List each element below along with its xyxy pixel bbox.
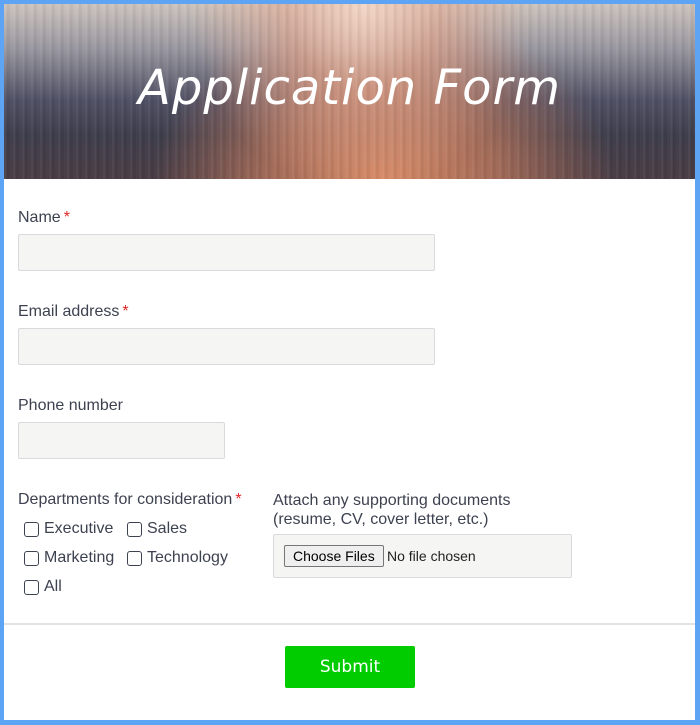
required-marker: *: [122, 303, 129, 320]
page-title: Application Form: [138, 60, 561, 116]
attachments-label-line1: Attach any supporting documents: [273, 492, 511, 509]
checkbox-technology[interactable]: Technology: [127, 549, 228, 567]
technology-checkbox[interactable]: [127, 550, 142, 566]
checkbox-label: Marketing: [44, 549, 115, 566]
checkbox-label: All: [44, 578, 62, 595]
phone-input[interactable]: [18, 422, 225, 459]
required-marker: *: [63, 209, 70, 226]
choose-files-button[interactable]: Choose Files: [284, 545, 384, 567]
name-label: Name *: [18, 209, 70, 227]
checkbox-executive[interactable]: Executive: [24, 520, 113, 538]
email-label-text: Email address: [18, 303, 120, 320]
phone-label: Phone number: [18, 397, 123, 415]
name-input[interactable]: [18, 234, 435, 271]
phone-label-text: Phone number: [18, 397, 123, 414]
attachments-label-line2: (resume, CV, cover letter, etc.): [273, 511, 489, 528]
checkbox-all[interactable]: All: [24, 578, 62, 596]
file-status-text: No file chosen: [387, 548, 476, 564]
checkbox-label: Technology: [147, 549, 228, 566]
marketing-checkbox[interactable]: [24, 550, 39, 566]
sales-checkbox[interactable]: [127, 521, 142, 537]
divider: [4, 623, 695, 625]
file-upload-field[interactable]: Choose Files No file chosen: [273, 534, 572, 578]
email-label: Email address *: [18, 303, 129, 321]
required-marker: *: [235, 491, 242, 508]
executive-checkbox[interactable]: [24, 521, 39, 537]
checkbox-sales[interactable]: Sales: [127, 520, 187, 538]
name-label-text: Name: [18, 209, 61, 226]
checkbox-label: Sales: [147, 520, 188, 537]
checkbox-label: Executive: [44, 520, 114, 537]
header-banner: Application Form: [4, 4, 695, 179]
attachments-label: Attach any supporting documents (resume,…: [273, 491, 510, 529]
departments-label-text: Departments for consideration: [18, 491, 233, 508]
departments-label: Departments for consideration *: [18, 491, 242, 509]
submit-button[interactable]: Submit: [285, 646, 415, 688]
all-checkbox[interactable]: [24, 579, 39, 595]
checkbox-marketing[interactable]: Marketing: [24, 549, 114, 567]
email-input[interactable]: [18, 328, 435, 365]
